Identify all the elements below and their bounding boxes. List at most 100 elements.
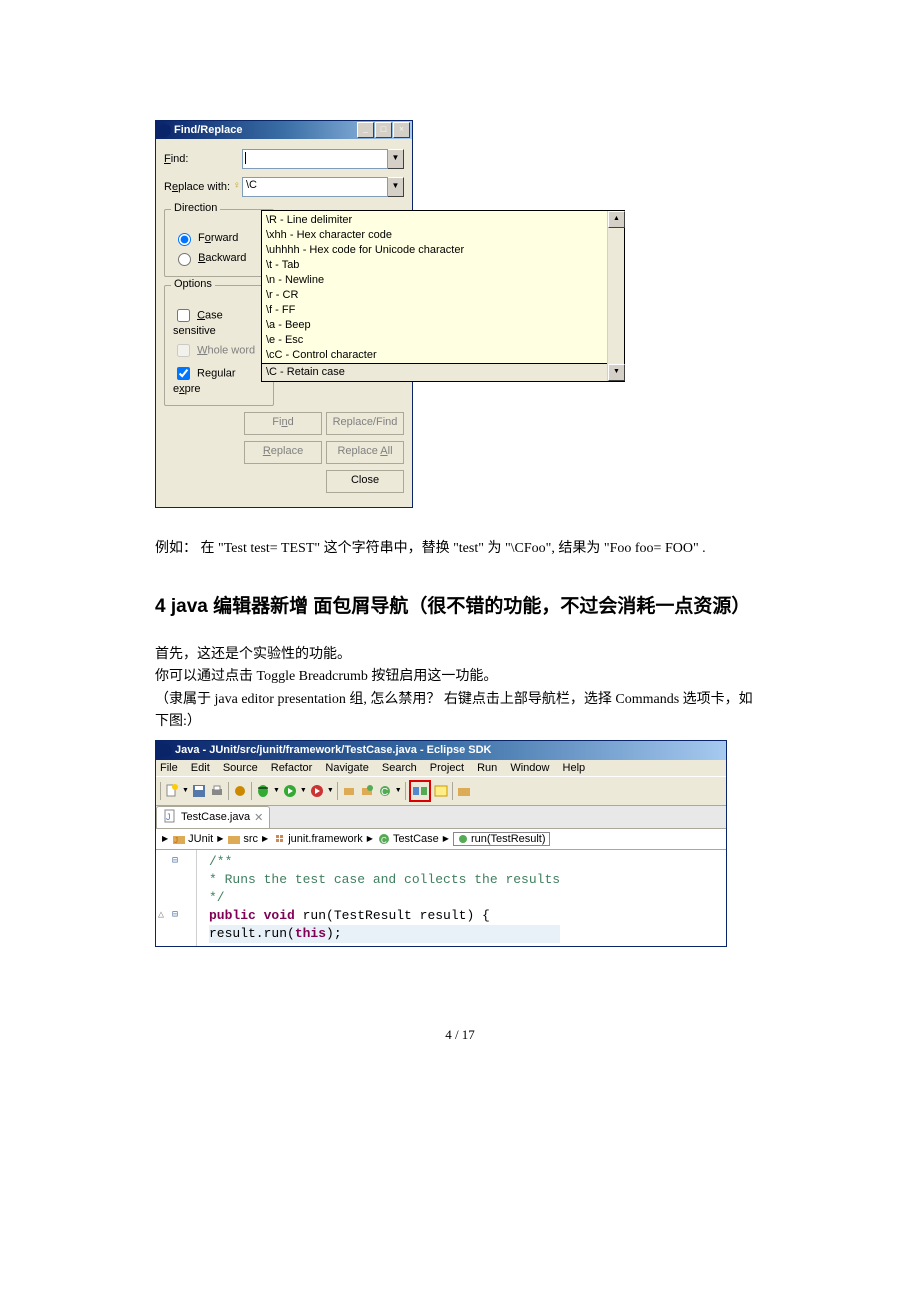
code-text: );	[326, 926, 342, 941]
chevron-right-icon[interactable]: ▶	[443, 834, 449, 843]
breadcrumb-class[interactable]: CTestCase	[377, 833, 439, 845]
replace-all-button[interactable]: Replace All	[326, 441, 404, 464]
eclipse-titlebar[interactable]: Java - JUnit/src/junit/framework/TestCas…	[156, 741, 726, 760]
tooltip-item[interactable]: \n - Newline	[266, 273, 620, 288]
chevron-right-icon[interactable]: ▶	[262, 834, 268, 843]
direction-group: Direction Forward Backward	[164, 209, 274, 277]
new-class-icon[interactable]	[359, 783, 375, 799]
eclipse-icon	[158, 124, 171, 137]
menu-refactor[interactable]: Refactor	[271, 762, 313, 774]
print-icon[interactable]	[209, 783, 225, 799]
dropdown-arrow[interactable]: ▼	[273, 787, 280, 794]
tooltip-scrollbar[interactable]: ▲ ▼	[607, 211, 624, 381]
dropdown-arrow[interactable]: ▼	[300, 787, 307, 794]
regex-check[interactable]: Regular expre	[173, 364, 265, 395]
menu-search[interactable]: Search	[382, 762, 417, 774]
fold-minus-icon[interactable]: ⊟	[172, 909, 178, 921]
chevron-right-icon[interactable]: ▶	[217, 834, 223, 843]
code-keyword: this	[295, 926, 326, 941]
completion-popup[interactable]: \R - Line delimiter \xhh - Hex character…	[261, 210, 625, 382]
close-button[interactable]: ×	[393, 122, 410, 138]
breadcrumb-bar: ▶ JJUnit ▶ src ▶ junit.framework ▶ CTest…	[156, 829, 726, 850]
code-editor[interactable]: ⊟ △ ⊟ /** * Runs the test case and colle…	[156, 850, 726, 946]
breadcrumb-method[interactable]: run(TestResult)	[453, 832, 550, 846]
build-icon[interactable]	[232, 783, 248, 799]
code-comment: * Runs the test case and collects the re…	[209, 872, 560, 887]
content-assist-icon: ♀	[233, 180, 241, 192]
menu-help[interactable]: Help	[563, 762, 586, 774]
editor-gutter: ⊟ △ ⊟	[156, 850, 197, 946]
tooltip-item[interactable]: \t - Tab	[266, 258, 620, 273]
dropdown-arrow[interactable]: ▼	[327, 787, 334, 794]
replace-input[interactable]: ♀ \C	[242, 177, 388, 197]
chevron-right-icon[interactable]: ▶	[367, 834, 373, 843]
direction-label: Direction	[171, 202, 220, 214]
tooltip-item[interactable]: \cC - Control character	[266, 348, 620, 363]
tooltip-item[interactable]: \a - Beep	[266, 318, 620, 333]
scroll-down-button[interactable]: ▼	[608, 364, 625, 381]
tooltip-item[interactable]: \r - CR	[266, 288, 620, 303]
run-icon[interactable]	[282, 783, 298, 799]
close-dialog-button[interactable]: Close	[326, 470, 404, 493]
example-text: 例如： 在 "Test test= TEST" 这个字符串中，替换 "test"…	[155, 538, 765, 560]
open-type-icon[interactable]: C	[377, 783, 393, 799]
debug-icon[interactable]	[255, 783, 271, 799]
replace-button[interactable]: Replace	[244, 441, 322, 464]
folder-icon[interactable]	[456, 783, 472, 799]
menu-window[interactable]: Window	[510, 762, 549, 774]
tooltip-item[interactable]: \e - Esc	[266, 333, 620, 348]
new-package-icon[interactable]	[341, 783, 357, 799]
dropdown-arrow[interactable]: ▼	[182, 787, 189, 794]
menu-run[interactable]: Run	[477, 762, 497, 774]
case-sensitive-check[interactable]: Case sensitive	[173, 306, 265, 337]
find-dropdown-button[interactable]: ▼	[387, 149, 404, 169]
find-input[interactable]	[242, 149, 388, 169]
whole-word-check[interactable]: Whole word	[173, 341, 265, 360]
forward-radio[interactable]: Forward	[173, 230, 265, 246]
replace-label: Replace with:	[164, 181, 242, 193]
replace-dropdown-button[interactable]: ▼	[387, 177, 404, 197]
find-button[interactable]: Find	[244, 412, 322, 435]
editor-tabs: J TestCase.java ✕	[156, 806, 726, 829]
backward-radio[interactable]: Backward	[173, 250, 265, 266]
menu-navigate[interactable]: Navigate	[325, 762, 368, 774]
save-icon[interactable]	[191, 783, 207, 799]
minimize-button[interactable]: _	[357, 122, 374, 138]
toggle-breadcrumb-icon[interactable]	[412, 783, 428, 799]
mark-occurrences-icon[interactable]	[433, 783, 449, 799]
section-heading: 4 java 编辑器新增 面包屑导航（很不错的功能，不过会消耗一点资源）	[155, 584, 765, 630]
maximize-button[interactable]: □	[375, 122, 392, 138]
tooltip-item[interactable]: \f - FF	[266, 303, 620, 318]
tab-close-icon[interactable]: ✕	[254, 811, 263, 824]
eclipse-menubar: File Edit Source Refactor Navigate Searc…	[156, 760, 726, 776]
dialog-titlebar[interactable]: Find/Replace _ □ ×	[156, 121, 412, 139]
svg-text:J: J	[174, 836, 178, 845]
breadcrumb-project[interactable]: JJUnit	[172, 833, 213, 845]
new-icon[interactable]	[164, 783, 180, 799]
code-text: result.run(	[209, 926, 295, 941]
code-comment: */	[209, 890, 225, 905]
page-number: 4 / 17	[155, 1027, 765, 1043]
paragraph: 你可以通过点击 Toggle Breadcrumb 按钮启用这一功能。	[155, 666, 765, 688]
fold-minus-icon[interactable]: ⊟	[172, 855, 178, 867]
tooltip-item[interactable]: \xhh - Hex character code	[266, 228, 620, 243]
tooltip-item-selected[interactable]: \C - Retain case	[262, 363, 624, 382]
menu-edit[interactable]: Edit	[191, 762, 210, 774]
dropdown-arrow[interactable]: ▼	[395, 787, 402, 794]
scroll-up-button[interactable]: ▲	[608, 211, 625, 228]
tooltip-item[interactable]: \uhhhh - Hex code for Unicode character	[266, 243, 620, 258]
menu-project[interactable]: Project	[430, 762, 464, 774]
options-group: Options Case sensitive Whole word Regula…	[164, 285, 274, 406]
menu-file[interactable]: File	[160, 762, 178, 774]
editor-tab[interactable]: J TestCase.java ✕	[156, 806, 270, 828]
breadcrumb-package[interactable]: junit.framework	[272, 833, 363, 845]
code-text: run(TestResult result) {	[295, 908, 490, 923]
menu-source[interactable]: Source	[223, 762, 258, 774]
code-keyword: void	[256, 908, 295, 923]
tooltip-item[interactable]: \R - Line delimiter	[266, 213, 620, 228]
run-last-icon[interactable]	[309, 783, 325, 799]
code-comment: /**	[209, 854, 232, 869]
chevron-right-icon[interactable]: ▶	[162, 834, 168, 843]
breadcrumb-src[interactable]: src	[227, 833, 258, 845]
replace-find-button[interactable]: Replace/Find	[326, 412, 404, 435]
